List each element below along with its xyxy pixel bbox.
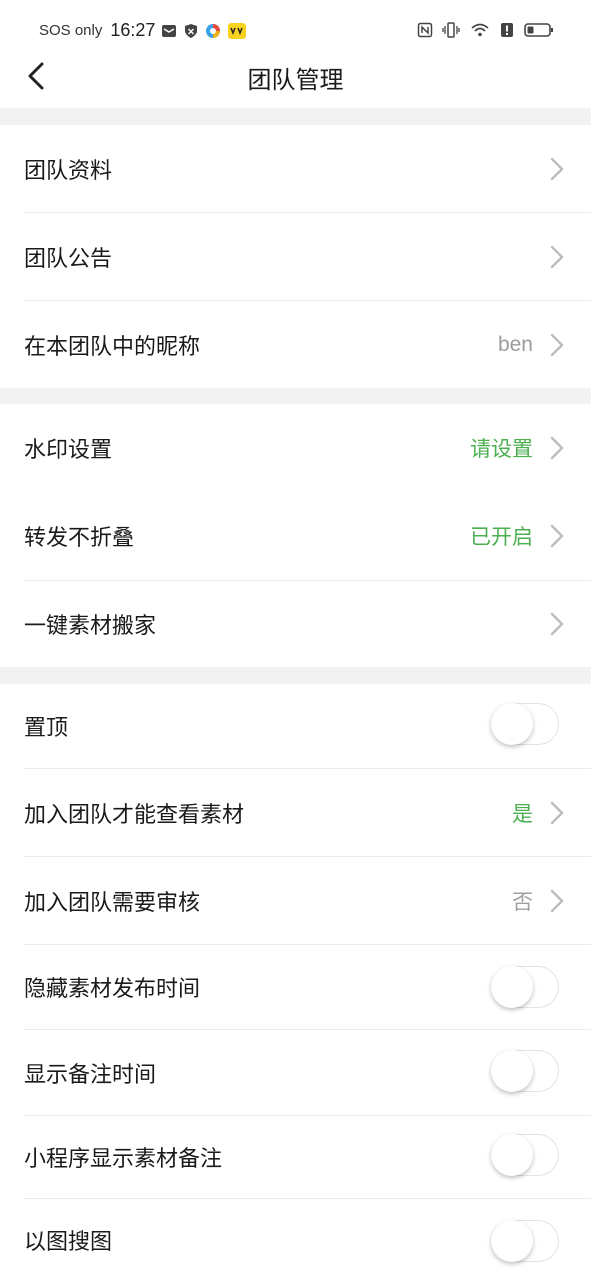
row-team-announcement[interactable]: 团队公告 bbox=[0, 213, 591, 300]
section-gap bbox=[0, 667, 591, 684]
chevron-right-icon bbox=[550, 889, 564, 912]
image-search-toggle[interactable] bbox=[491, 1220, 559, 1262]
chevron-right-icon bbox=[550, 245, 564, 268]
section-gap bbox=[0, 388, 591, 404]
nfc-icon bbox=[417, 22, 433, 38]
carrier-text: SOS only bbox=[39, 22, 103, 39]
miniprogram-show-notes-toggle[interactable] bbox=[491, 1134, 559, 1176]
row-label: 团队资料 bbox=[24, 159, 113, 184]
mail-icon bbox=[162, 24, 177, 37]
battery-icon bbox=[524, 23, 553, 37]
row-show-note-time: 显示备注时间 bbox=[0, 1030, 591, 1115]
row-value: 否 bbox=[512, 889, 533, 914]
row-value: ben bbox=[497, 332, 533, 356]
alert-icon bbox=[501, 23, 513, 37]
row-label: 隐藏素材发布时间 bbox=[24, 977, 201, 1002]
row-material-migration[interactable]: 一键素材搬家 bbox=[0, 581, 591, 667]
row-watermark-settings[interactable]: 水印设置 请设置 bbox=[0, 404, 591, 492]
row-image-search: 以图搜图 bbox=[0, 1199, 591, 1280]
title-bar: 团队管理 bbox=[0, 50, 591, 106]
row-forward-no-fold[interactable]: 转发不折叠 已开启 bbox=[0, 492, 591, 580]
row-label: 加入团队才能查看素材 bbox=[24, 802, 245, 828]
row-value: 已开启 bbox=[470, 525, 533, 549]
row-label: 显示备注时间 bbox=[24, 1062, 157, 1088]
page-title: 团队管理 bbox=[247, 66, 344, 94]
row-value: 请设置 bbox=[470, 437, 533, 461]
row-team-profile[interactable]: 团队资料 bbox=[0, 125, 591, 213]
toggle-knob bbox=[491, 703, 533, 745]
chevron-right-icon bbox=[550, 333, 564, 356]
row-label: 一键素材搬家 bbox=[24, 614, 157, 639]
row-label: 在本团队中的昵称 bbox=[24, 334, 201, 360]
section-gap bbox=[0, 108, 591, 125]
row-pin-top: 置顶 bbox=[0, 684, 591, 768]
chevron-right-icon bbox=[550, 612, 564, 636]
yellow-app-icon bbox=[228, 22, 247, 39]
row-label: 置顶 bbox=[24, 716, 69, 741]
row-value: 是 bbox=[512, 801, 533, 826]
chevron-right-icon bbox=[550, 436, 564, 460]
row-join-to-view[interactable]: 加入团队才能查看素材 是 bbox=[0, 769, 591, 856]
toggle-knob bbox=[491, 966, 533, 1008]
toggle-knob bbox=[491, 1134, 533, 1176]
row-label: 加入团队需要审核 bbox=[24, 890, 201, 916]
toggle-knob bbox=[491, 1050, 533, 1092]
row-label: 以图搜图 bbox=[24, 1229, 113, 1255]
colorful-app-icon bbox=[206, 23, 221, 38]
wifi-icon bbox=[471, 23, 489, 37]
pin-top-toggle[interactable] bbox=[491, 703, 559, 745]
row-hide-publish-time: 隐藏素材发布时间 bbox=[0, 945, 591, 1029]
row-label: 水印设置 bbox=[24, 438, 113, 463]
vibrate-icon bbox=[442, 22, 460, 38]
row-label: 小程序显示素材备注 bbox=[24, 1147, 223, 1172]
row-miniprogram-show-notes: 小程序显示素材备注 bbox=[0, 1116, 591, 1198]
chevron-right-icon bbox=[550, 801, 564, 824]
clock-text: 16:27 bbox=[110, 20, 156, 40]
row-team-nickname[interactable]: 在本团队中的昵称 ben bbox=[0, 301, 591, 388]
show-note-time-toggle[interactable] bbox=[491, 1050, 559, 1092]
chevron-right-icon bbox=[550, 157, 564, 181]
shield-icon bbox=[185, 23, 198, 38]
row-join-review[interactable]: 加入团队需要审核 否 bbox=[0, 857, 591, 944]
chevron-right-icon bbox=[550, 524, 564, 548]
hide-publish-time-toggle[interactable] bbox=[491, 966, 559, 1008]
row-label: 转发不折叠 bbox=[24, 526, 135, 551]
toggle-knob bbox=[491, 1220, 533, 1262]
row-label: 团队公告 bbox=[24, 246, 113, 272]
